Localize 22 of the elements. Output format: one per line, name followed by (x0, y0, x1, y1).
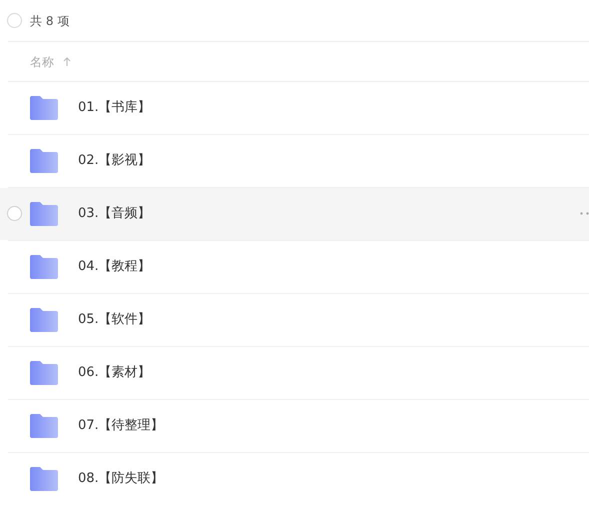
folder-name[interactable]: 02.【影视】 (78, 151, 151, 171)
folder-name[interactable]: 05.【软件】 (78, 310, 151, 330)
folder-name[interactable]: 01.【书库】 (78, 98, 151, 118)
row-checkbox[interactable] (7, 206, 22, 221)
folder-name[interactable]: 06.【素材】 (78, 363, 151, 383)
folder-name[interactable]: 04.【教程】 (78, 257, 151, 277)
folder-icon (30, 202, 58, 226)
item-count: 共 8 项 (30, 12, 70, 30)
folder-icon (30, 467, 58, 491)
folder-icon (30, 96, 58, 120)
folder-name[interactable]: 07.【待整理】 (78, 416, 164, 436)
select-all-checkbox[interactable] (7, 13, 22, 28)
sort-arrow-icon[interactable] (62, 56, 72, 68)
folder-name[interactable]: 08.【防失联】 (78, 469, 164, 489)
more-icon[interactable] (580, 212, 589, 215)
folder-name[interactable]: 03.【音频】 (78, 204, 151, 224)
folder-icon (30, 361, 58, 385)
folder-icon (30, 255, 58, 279)
folder-icon (30, 414, 58, 438)
folder-icon (30, 149, 58, 173)
file-row[interactable]: 03.【音频】 (0, 188, 589, 240)
folder-icon (30, 308, 58, 332)
